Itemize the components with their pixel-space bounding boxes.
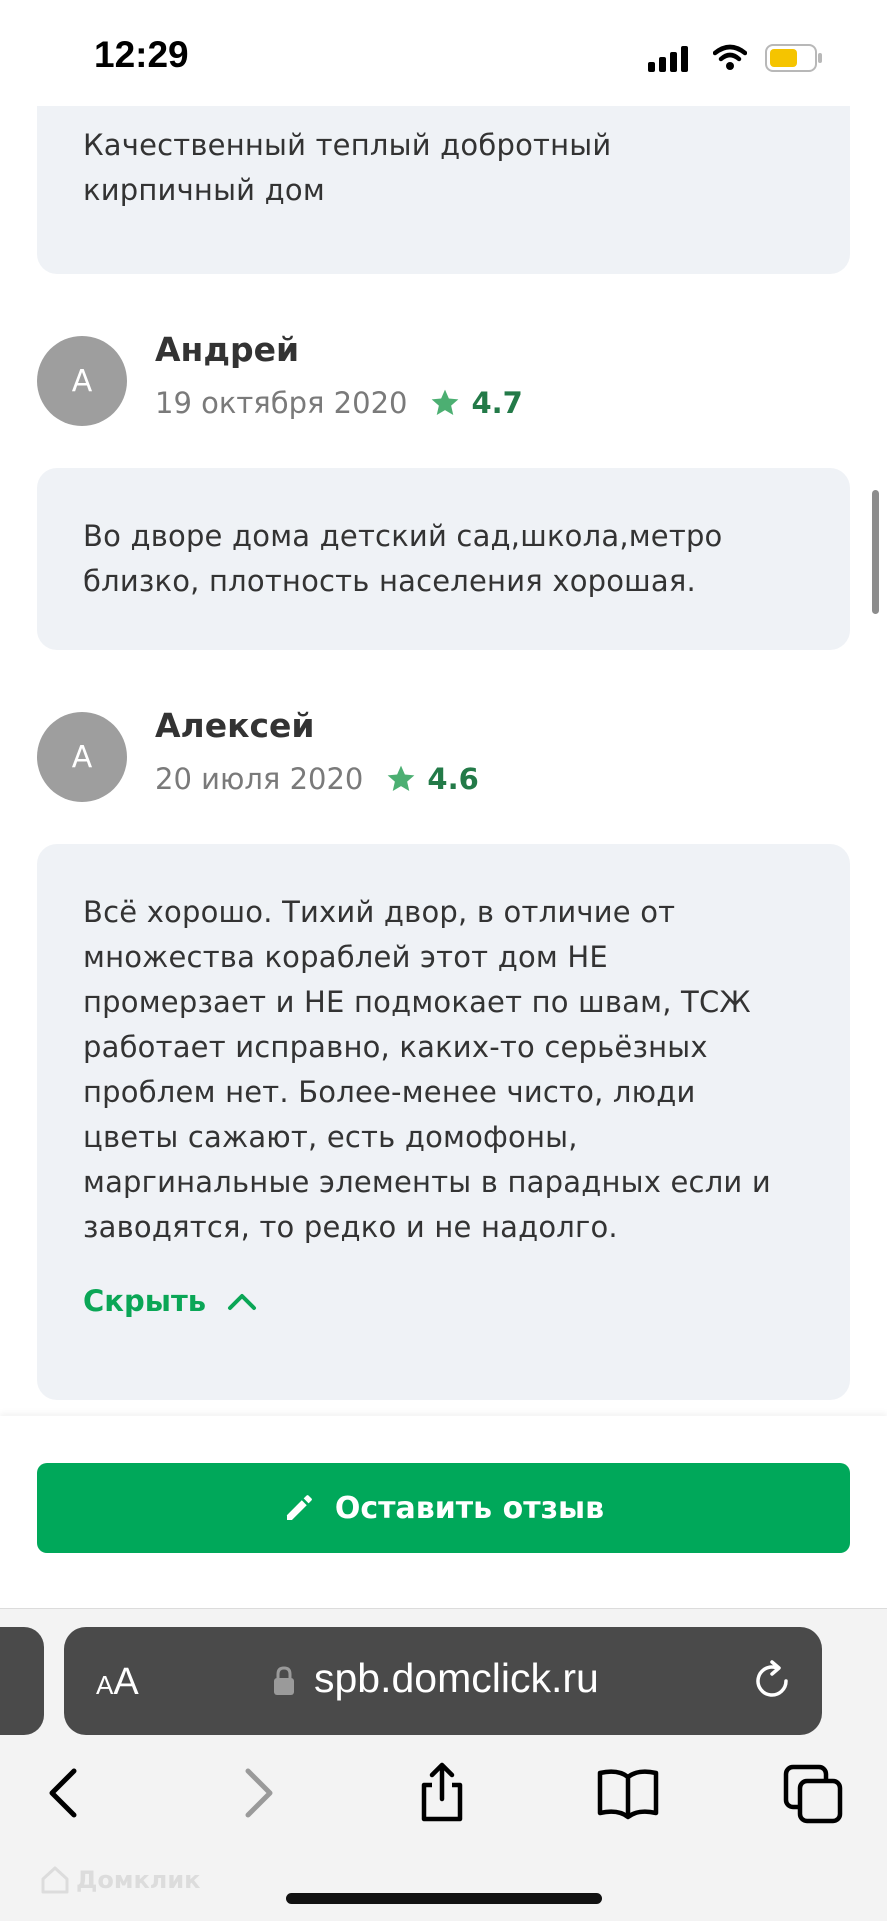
status-bar: 12:29 [0,0,887,106]
reviews-list[interactable]: Качественный теплый добротный кирпичный … [0,106,887,1416]
review-card-previous: Качественный теплый добротный кирпичный … [37,106,850,274]
wifi-icon [713,44,747,70]
hide-review-link[interactable]: Скрыть [83,1284,258,1318]
domclick-logo-icon [41,1866,69,1894]
cta-panel: Оставить отзыв [0,1416,887,1608]
author-name: Андрей [155,330,300,369]
avatar: А [37,336,127,426]
avatar: А [37,712,127,802]
scrollbar[interactable] [872,490,879,614]
cellular-signal-icon [648,46,688,72]
url-text: spb.domclick.ru [314,1655,599,1701]
domclick-watermark: Домклик [40,1865,200,1895]
review-meta: 20 июля 2020 4.6 [155,762,479,796]
review-rating: 4.7 [471,386,523,420]
review-rating: 4.6 [427,762,479,796]
back-icon[interactable] [34,1761,98,1825]
previous-tab[interactable] [0,1627,44,1735]
hide-label: Скрыть [83,1284,207,1318]
aa-small: A [96,1670,114,1700]
browser-toolbar: AA spb.domclick.ru Домклик [0,1608,887,1921]
author-name: Алексей [155,706,315,745]
bookmarks-icon[interactable] [596,1761,660,1825]
pencil-icon [286,1495,312,1520]
review-card: Всё хорошо. Тихий двор, в отличие от мно… [37,844,850,1400]
forward-icon[interactable] [224,1761,288,1825]
review-text: Всё хорошо. Тихий двор, в отличие от мно… [83,895,771,1244]
review-header: А Андрей 19 октября 2020 4.7 [37,330,850,436]
text-size-button[interactable]: AA [96,1661,139,1704]
review-text: Во дворе дома детский сад,школа,метро бл… [83,519,723,598]
chevron-up-icon [228,1294,257,1310]
review-card: Во дворе дома детский сад,школа,метро бл… [37,468,850,650]
battery-icon [765,44,822,72]
star-icon [432,389,459,415]
review-header: А Алексей 20 июля 2020 4.6 [37,706,850,812]
address-bar[interactable]: AA spb.domclick.ru [64,1627,822,1735]
reload-icon[interactable] [750,1659,794,1703]
review-date: 19 октября 2020 [155,386,408,420]
lock-icon [274,1666,294,1695]
review-text: Качественный теплый добротный кирпичный … [83,128,612,207]
share-icon[interactable] [410,1761,474,1825]
review-meta: 19 октября 2020 4.7 [155,386,523,420]
status-time: 12:29 [94,34,189,75]
tabs-icon[interactable] [782,1761,846,1825]
aa-large: A [113,1661,139,1703]
home-indicator [286,1893,602,1904]
leave-review-label: Оставить отзыв [334,1490,605,1526]
review-date: 20 июля 2020 [155,762,364,796]
leave-review-button[interactable]: Оставить отзыв [37,1463,850,1553]
watermark-label: Домклик [76,1866,201,1894]
star-icon [388,765,415,791]
